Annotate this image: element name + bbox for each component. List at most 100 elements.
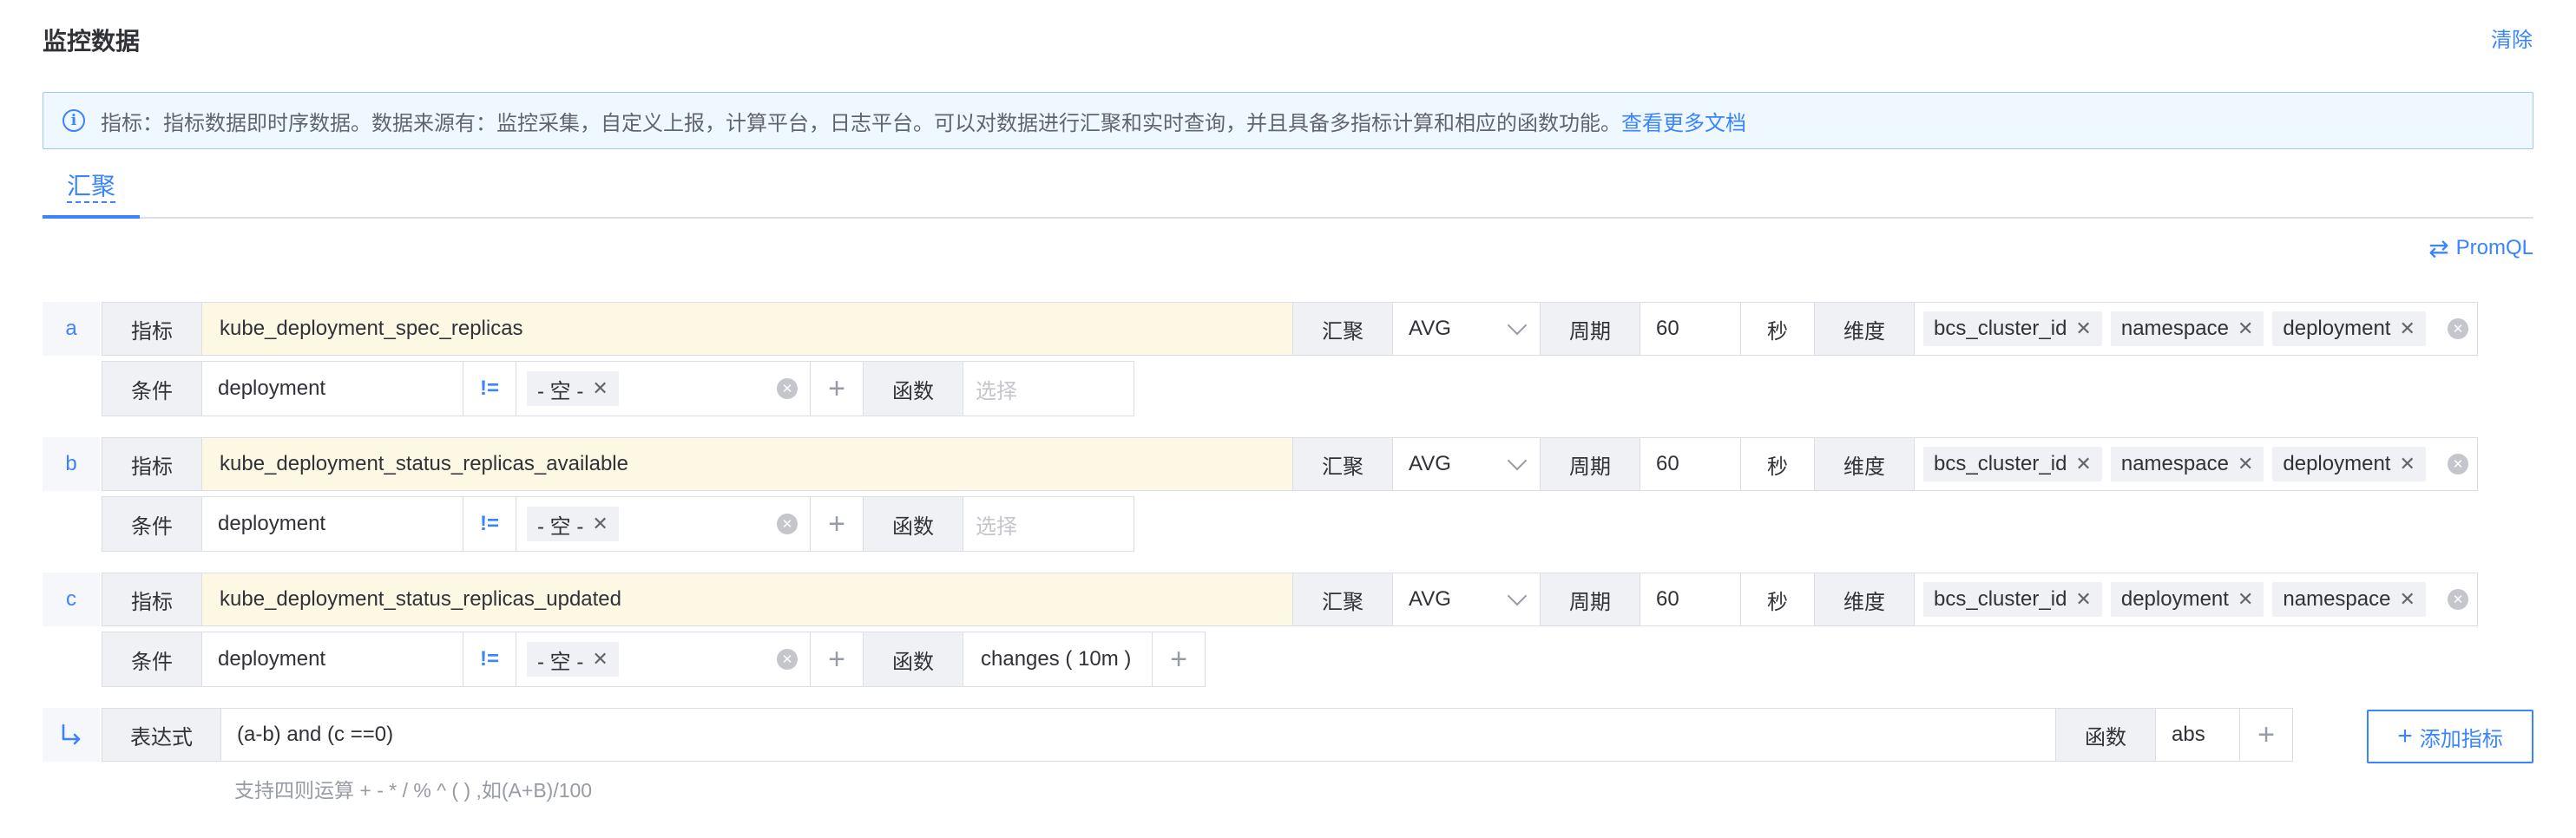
unit_seconds-label-text: 秒 — [1767, 590, 1788, 614]
dimension-tag-text: deployment — [2120, 587, 2229, 611]
dimension-select[interactable]: bcs_cluster_id ✕ namespace ✕ deployment ✕ ✕ — [1914, 437, 2478, 491]
condition-label: 条件 — [102, 496, 202, 552]
period-input[interactable]: 60 — [1640, 302, 1741, 356]
aggregate-method-select[interactable]: AVG — [1392, 437, 1541, 491]
expression-function-label-text: 函数 — [2085, 725, 2126, 750]
clear-icon[interactable]: ✕ — [777, 649, 798, 670]
clear-icon[interactable]: ✕ — [777, 378, 798, 399]
expression-input[interactable]: (a-b) and (c ==0) — [220, 708, 2056, 762]
condition-value-text: - 空 - — [537, 379, 584, 403]
add-expression-function-button[interactable]: + — [2239, 708, 2293, 762]
metric-input[interactable]: kube_deployment_status_replicas_availabl… — [201, 437, 1293, 491]
plus-icon: + — [2257, 717, 2275, 751]
condition-value-select[interactable]: - 空 - ✕ ✕ — [516, 361, 811, 416]
tab-label: 汇聚 — [66, 172, 115, 203]
condition-key-value: deployment — [218, 512, 326, 535]
condition-operator-select[interactable]: != — [463, 361, 516, 416]
expression-value: (a-b) and (c ==0) — [237, 723, 394, 746]
remove-tag-icon[interactable]: ✕ — [2238, 588, 2253, 611]
info-text: 指标：指标数据即时序数据。数据来源有：监控采集，自定义上报，计算平台，日志平台。… — [101, 111, 1621, 135]
metric-input[interactable]: kube_deployment_spec_replicas — [201, 302, 1293, 356]
function-label-text: 函数 — [892, 379, 934, 403]
clear-icon[interactable]: ✕ — [2448, 589, 2468, 610]
clear-icon[interactable]: ✕ — [777, 514, 798, 534]
remove-tag-icon[interactable]: ✕ — [2075, 588, 2091, 611]
period-label-text: 周期 — [1569, 590, 1611, 614]
add-condition-button[interactable]: + — [810, 632, 864, 687]
dimension-select[interactable]: bcs_cluster_id ✕ namespace ✕ deployment ✕ ✕ — [1914, 302, 2478, 356]
unit_seconds-label-text: 秒 — [1767, 455, 1788, 479]
add-function-button[interactable]: + — [1152, 632, 1206, 687]
metric-input[interactable]: kube_deployment_status_replicas_updated — [201, 573, 1293, 626]
expression-hint: 支持四则运算 + - * / % ^ ( ) ,如(A+B)/100 — [234, 779, 593, 802]
period-unit-select[interactable]: 秒 — [1740, 302, 1815, 356]
period-label-text: 周期 — [1569, 455, 1611, 479]
add-condition-button[interactable]: + — [810, 496, 864, 552]
corner-down-right-icon — [62, 723, 81, 745]
function-select[interactable]: 选择 — [963, 361, 1134, 416]
period-value: 60 — [1656, 317, 1679, 340]
condition-label-text: 条件 — [131, 514, 173, 539]
expression-function-label: 函数 — [2055, 708, 2156, 762]
remove-tag-icon[interactable]: ✕ — [592, 513, 608, 535]
swap-icon: ⇄ — [2428, 233, 2449, 263]
period-unit-select[interactable]: 秒 — [1740, 437, 1815, 491]
function-label-text: 函数 — [892, 650, 934, 674]
condition-key-select[interactable]: deployment — [201, 361, 463, 416]
remove-tag-icon[interactable]: ✕ — [592, 377, 608, 400]
expression-function-select[interactable]: abs — [2155, 708, 2240, 762]
promql-toggle[interactable]: ⇄ PromQL — [2428, 231, 2533, 265]
metric-value: kube_deployment_status_replicas_updated — [220, 587, 621, 611]
dimension-tag: namespace ✕ — [2272, 582, 2426, 617]
add-metric-button[interactable]: + 添加指标 — [2367, 710, 2533, 763]
function-select[interactable]: changes ( 10m ) — [963, 632, 1153, 687]
remove-tag-icon[interactable]: ✕ — [2399, 318, 2415, 340]
aggregate-method-select[interactable]: AVG — [1392, 302, 1541, 356]
function-label: 函数 — [863, 496, 963, 552]
period-input[interactable]: 60 — [1640, 437, 1741, 491]
dimension-tag-text: bcs_cluster_id — [1934, 452, 2067, 475]
condition-operator-select[interactable]: != — [463, 632, 516, 687]
dimension-label: 维度 — [1814, 573, 1915, 626]
dimension-tag-text: namespace — [2120, 452, 2229, 475]
clear-icon[interactable]: ✕ — [2448, 454, 2468, 475]
tab-bar: 汇聚 — [43, 160, 2533, 219]
condition-key-value: deployment — [218, 647, 326, 671]
function-select[interactable]: 选择 — [963, 496, 1134, 552]
dimension-label: 维度 — [1814, 302, 1915, 356]
period-input[interactable]: 60 — [1640, 573, 1741, 626]
docs-link[interactable]: 查看更多文档 — [1621, 106, 1746, 136]
remove-tag-icon[interactable]: ✕ — [2238, 318, 2253, 340]
query-letter-text: b — [65, 452, 77, 475]
add-condition-button[interactable]: + — [810, 361, 864, 416]
remove-tag-icon[interactable]: ✕ — [2075, 318, 2091, 340]
condition-operator-select[interactable]: != — [463, 496, 516, 552]
dimension-tag: bcs_cluster_id ✕ — [1923, 311, 2102, 346]
clear-button[interactable]: 清除 — [2491, 26, 2533, 56]
tab-aggregate[interactable]: 汇聚 — [43, 160, 140, 219]
plus-icon: + — [828, 642, 845, 676]
remove-tag-icon[interactable]: ✕ — [592, 648, 608, 671]
remove-tag-icon[interactable]: ✕ — [2075, 453, 2091, 475]
plus-icon: + — [2397, 722, 2413, 750]
metric-label-text: 指标 — [131, 590, 173, 614]
metric-value: kube_deployment_status_replicas_availabl… — [220, 452, 628, 475]
period-label: 周期 — [1540, 302, 1640, 356]
condition-key-select[interactable]: deployment — [201, 496, 463, 552]
condition-value-select[interactable]: - 空 - ✕ ✕ — [516, 496, 811, 552]
expression-label-text: 表达式 — [130, 725, 193, 750]
remove-tag-icon[interactable]: ✕ — [2238, 453, 2253, 475]
condition-key-select[interactable]: deployment — [201, 632, 463, 687]
remove-tag-icon[interactable]: ✕ — [2399, 453, 2415, 475]
period-unit-select[interactable]: 秒 — [1740, 573, 1815, 626]
clear-icon[interactable]: ✕ — [2448, 318, 2468, 339]
function-label: 函数 — [863, 361, 963, 416]
condition-label: 条件 — [102, 361, 202, 416]
plus-icon: + — [828, 507, 845, 540]
condition-value-select[interactable]: - 空 - ✕ ✕ — [516, 632, 811, 687]
condition-value-text: - 空 - — [537, 514, 584, 539]
dimension-select[interactable]: bcs_cluster_id ✕ deployment ✕ namespace ✕ ✕ — [1914, 573, 2478, 626]
dimension-label-text: 维度 — [1843, 590, 1885, 614]
remove-tag-icon[interactable]: ✕ — [2399, 588, 2415, 611]
aggregate-method-select[interactable]: AVG — [1392, 573, 1541, 626]
